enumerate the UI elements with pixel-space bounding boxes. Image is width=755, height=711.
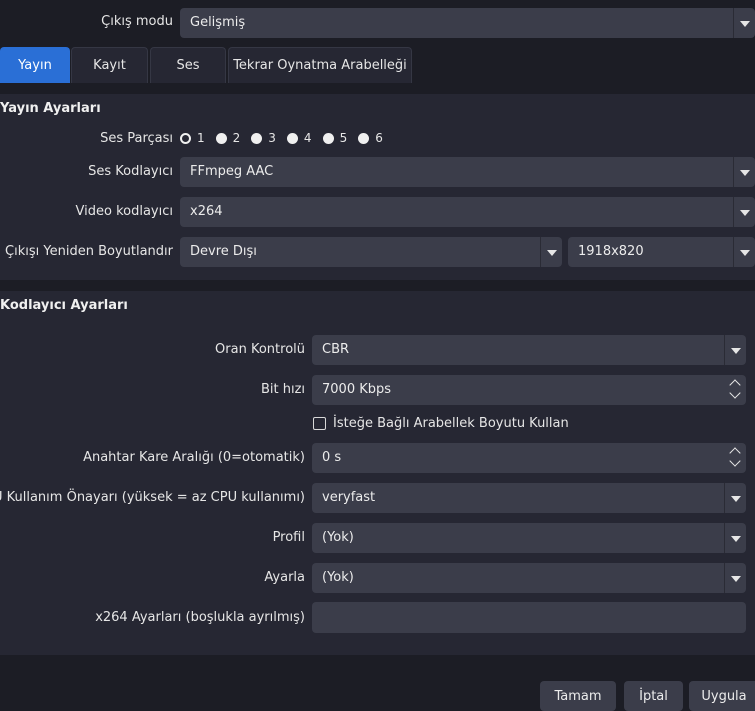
audio-encoder-label: Ses Kodlayıcı xyxy=(88,164,173,179)
tab-audio[interactable]: Ses xyxy=(150,47,226,83)
stream-settings-title: Yayın Ayarları xyxy=(0,101,101,116)
tune-label: Ayarla xyxy=(264,570,305,585)
video-encoder-select[interactable]: x264 xyxy=(180,197,755,227)
audio-track-radio-3[interactable]: 3 xyxy=(251,131,276,145)
radio-icon xyxy=(251,132,263,144)
tab-replay-buffer[interactable]: Tekrar Oynatma Arabelleği xyxy=(228,47,412,83)
custom-buffer-label: İsteğe Bağlı Arabellek Boyutu Kullan xyxy=(333,416,569,431)
audio-track-label: Ses Parçası xyxy=(100,131,173,146)
button-label: Tamam xyxy=(554,688,602,704)
chevron-down-icon[interactable] xyxy=(724,335,746,365)
rate-control-select[interactable]: CBR xyxy=(312,335,746,365)
chevron-down-icon[interactable] xyxy=(733,237,755,267)
rescale-label: Çıkışı Yeniden Boyutlandır xyxy=(5,244,173,259)
chevron-down-icon[interactable] xyxy=(724,563,746,593)
tab-label: Ses xyxy=(176,58,200,73)
tab-label: Kayıt xyxy=(93,58,126,73)
chevron-down-icon[interactable] xyxy=(724,523,746,553)
tab-recording[interactable]: Kayıt xyxy=(71,47,148,83)
radio-label: 3 xyxy=(268,131,276,145)
custom-buffer-checkbox[interactable] xyxy=(313,417,326,430)
tab-label: Yayın xyxy=(18,58,52,73)
cpu-preset-value: veryfast xyxy=(322,490,376,505)
radio-label: 5 xyxy=(339,131,348,145)
output-mode-label: Çıkış modu xyxy=(101,14,173,29)
keyframe-value: 0 s xyxy=(322,450,342,465)
tab-label: Tekrar Oynatma Arabelleği xyxy=(233,58,407,73)
button-label: Uygula xyxy=(701,688,747,704)
radio-icon xyxy=(358,132,370,144)
bitrate-value: 7000 Kbps xyxy=(322,382,392,397)
rescale-select[interactable]: Devre Dışı xyxy=(180,237,562,267)
profile-select[interactable]: (Yok) xyxy=(312,523,746,553)
video-encoder-value: x264 xyxy=(190,204,223,219)
rate-control-value: CBR xyxy=(322,342,350,357)
keyframe-spinbox[interactable]: 0 s xyxy=(312,443,746,473)
audio-track-radio-1[interactable]: 1 xyxy=(180,131,205,145)
encoder-settings-title: Kodlayıcı Ayarları xyxy=(0,298,128,313)
audio-track-radio-5[interactable]: 5 xyxy=(322,131,348,145)
radio-label: 6 xyxy=(375,131,383,145)
radio-label: 2 xyxy=(232,131,241,145)
chevron-down-icon[interactable] xyxy=(540,237,562,267)
tab-stream[interactable]: Yayın xyxy=(0,47,70,83)
output-mode-select[interactable]: Gelişmiş xyxy=(180,8,755,38)
chevron-down-icon[interactable] xyxy=(728,387,742,402)
audio-encoder-select[interactable]: FFmpeg AAC xyxy=(180,157,755,187)
radio-icon xyxy=(215,132,227,144)
audio-track-radio-6[interactable]: 6 xyxy=(358,131,383,145)
cpu-preset-label: CPU Kullanım Önayarı (yüksek = az CPU ku… xyxy=(0,490,305,505)
rescale-resolution-select[interactable]: 1918x820 xyxy=(568,237,755,267)
chevron-down-icon[interactable] xyxy=(728,455,742,470)
chevron-down-icon[interactable] xyxy=(733,157,755,187)
chevron-down-icon[interactable] xyxy=(733,8,755,38)
video-encoder-label: Video kodlayıcı xyxy=(75,204,173,219)
output-mode-value: Gelişmiş xyxy=(190,15,246,30)
radio-selected-icon xyxy=(180,132,191,144)
bitrate-spinbox[interactable]: 7000 Kbps xyxy=(312,375,746,405)
chevron-down-icon[interactable] xyxy=(724,483,746,513)
button-label: İptal xyxy=(639,688,668,704)
audio-track-radio-group: 1 2 3 4 5 6 xyxy=(180,131,394,145)
radio-label: 4 xyxy=(303,131,312,145)
audio-track-radio-4[interactable]: 4 xyxy=(286,131,312,145)
bitrate-label: Bit hızı xyxy=(260,382,305,397)
radio-icon xyxy=(322,132,334,144)
audio-encoder-value: FFmpeg AAC xyxy=(190,164,274,179)
audio-track-radio-2[interactable]: 2 xyxy=(215,131,241,145)
keyframe-label: Anahtar Kare Aralığı (0=otomatik) xyxy=(83,450,305,465)
rescale-resolution-value: 1918x820 xyxy=(578,244,644,259)
chevron-down-icon[interactable] xyxy=(733,197,755,227)
profile-value: (Yok) xyxy=(322,530,354,545)
rate-control-label: Oran Kontrolü xyxy=(215,342,305,357)
cpu-preset-select[interactable]: veryfast xyxy=(312,483,746,513)
x264-options-input[interactable] xyxy=(312,602,746,633)
radio-icon xyxy=(286,132,298,144)
rescale-value: Devre Dışı xyxy=(190,244,257,259)
tune-select[interactable]: (Yok) xyxy=(312,563,746,593)
x264-options-label: x264 Ayarları (boşlukla ayrılmış) xyxy=(95,610,305,625)
radio-label: 1 xyxy=(197,131,205,145)
profile-label: Profil xyxy=(272,530,305,545)
tune-value: (Yok) xyxy=(322,570,354,585)
